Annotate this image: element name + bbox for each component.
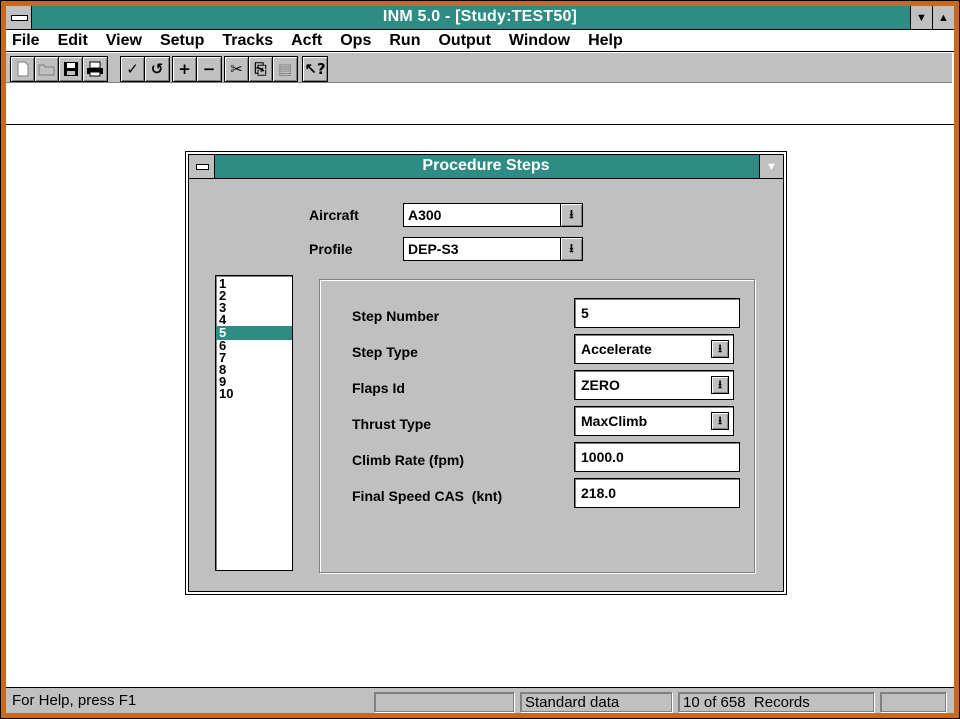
dialog-minimize-button[interactable]: ▼ — [759, 155, 783, 178]
status-extra-pane — [880, 692, 946, 712]
status-empty-pane — [374, 692, 514, 712]
context-help-icon[interactable]: ↖? — [303, 57, 327, 81]
list-item[interactable]: 1 — [216, 277, 292, 290]
list-item[interactable]: 7 — [216, 351, 292, 364]
menu-run[interactable]: Run — [389, 32, 420, 50]
thrust-type-label: Thrust Type — [352, 416, 432, 432]
flaps-id-label: Flaps Id — [352, 380, 405, 396]
paste-icon[interactable]: ▤ — [273, 57, 297, 81]
list-item[interactable]: 6 — [216, 339, 292, 352]
copy-icon[interactable]: ⎘ — [249, 57, 273, 81]
list-item[interactable]: 2 — [216, 289, 292, 302]
status-help-text: For Help, press F1 — [12, 692, 137, 709]
profile-select[interactable]: DEP-S3 ⭳ — [403, 237, 583, 261]
menu-ops[interactable]: Ops — [340, 32, 371, 50]
main-window: INM 5.0 - [Study:TEST50] ▼ ▲ File Edit V… — [0, 0, 960, 719]
step-type-value: Accelerate — [581, 341, 652, 357]
profile-label: Profile — [309, 241, 353, 257]
menu-window[interactable]: Window — [509, 32, 570, 50]
toolbar: ✓ ↺ + − ✂ ⎘ ▤ ↖? — [6, 53, 952, 83]
climb-rate-label: Climb Rate (fpm) — [352, 452, 464, 468]
menu-setup[interactable]: Setup — [160, 32, 204, 50]
menu-output[interactable]: Output — [438, 32, 490, 50]
step-number-field[interactable]: 5 — [574, 298, 740, 328]
cut-icon[interactable]: ✂ — [225, 57, 249, 81]
workspace: ✓ ↺ + − ✂ ⎘ ▤ ↖? — [6, 53, 954, 125]
add-icon[interactable]: + — [173, 57, 197, 81]
menu-tracks[interactable]: Tracks — [222, 32, 273, 50]
record-tool-group: + − — [172, 56, 222, 82]
climb-rate-value: 1000.0 — [581, 449, 624, 465]
climb-rate-field[interactable]: 1000.0 — [574, 442, 740, 472]
procedure-steps-window: Procedure Steps ▼ Aircraft A300 ⭳ Profil… — [188, 154, 784, 592]
flaps-id-value: ZERO — [581, 377, 620, 393]
edit-tool-group: ✓ ↺ — [120, 56, 170, 82]
status-bar: For Help, press F1 Standard data 10 of 6… — [6, 687, 954, 713]
aircraft-select[interactable]: A300 ⭳ — [403, 203, 583, 227]
step-number-label: Step Number — [352, 308, 440, 324]
dropdown-arrow-icon[interactable]: ⭳ — [560, 204, 582, 226]
open-icon[interactable] — [35, 57, 59, 81]
menu-file[interactable]: File — [12, 32, 40, 50]
title-bar[interactable]: INM 5.0 - [Study:TEST50] ▼ ▲ — [6, 6, 954, 30]
step-details-panel: Step Number 5 Step Type Accelerate ⭳ Fla… — [319, 279, 755, 573]
status-data-pane: Standard data — [520, 692, 672, 712]
menu-bar: File Edit View Setup Tracks Acft Ops Run… — [6, 30, 954, 52]
step-type-label: Step Type — [352, 344, 418, 360]
flaps-id-select[interactable]: ZERO ⭳ — [574, 370, 734, 400]
menu-help[interactable]: Help — [588, 32, 623, 50]
list-item-selected[interactable]: 5 — [216, 326, 292, 340]
aircraft-value: A300 — [408, 207, 442, 223]
dropdown-arrow-icon[interactable]: ⭳ — [711, 412, 729, 430]
clipboard-tool-group: ✂ ⎘ ▤ — [224, 56, 298, 82]
final-speed-field[interactable]: 218.0 — [574, 478, 740, 508]
menu-edit[interactable]: Edit — [58, 32, 88, 50]
menu-view[interactable]: View — [106, 32, 142, 50]
minimize-button[interactable]: ▼ — [910, 6, 932, 29]
thrust-type-value: MaxClimb — [581, 413, 648, 429]
remove-icon[interactable]: − — [197, 57, 221, 81]
dropdown-arrow-icon[interactable]: ⭳ — [560, 238, 582, 260]
step-type-select[interactable]: Accelerate ⭳ — [574, 334, 734, 364]
save-icon[interactable] — [59, 57, 83, 81]
print-icon[interactable] — [83, 57, 107, 81]
window-title: INM 5.0 - [Study:TEST50] — [382, 8, 578, 25]
dropdown-arrow-icon[interactable]: ⭳ — [711, 340, 729, 358]
aircraft-label: Aircraft — [309, 207, 359, 223]
step-number-value: 5 — [581, 305, 589, 321]
list-item[interactable]: 4 — [216, 313, 292, 326]
new-icon[interactable] — [11, 57, 35, 81]
list-item[interactable]: 8 — [216, 363, 292, 376]
maximize-button[interactable]: ▲ — [932, 6, 954, 29]
list-item[interactable]: 3 — [216, 301, 292, 314]
status-records-pane: 10 of 658 Records — [678, 692, 874, 712]
undo-icon[interactable]: ↺ — [145, 57, 169, 81]
check-icon[interactable]: ✓ — [121, 57, 145, 81]
final-speed-label: Final Speed CAS (knt) — [352, 488, 503, 504]
help-tool-group: ↖? — [302, 56, 328, 82]
list-item[interactable]: 10 — [216, 387, 292, 400]
file-tool-group — [10, 56, 108, 82]
step-list[interactable]: 1 2 3 4 5 6 7 8 9 10 — [215, 275, 293, 571]
final-speed-value: 218.0 — [581, 485, 617, 501]
dropdown-arrow-icon[interactable]: ⭳ — [711, 376, 729, 394]
profile-value: DEP-S3 — [408, 241, 459, 257]
menu-acft[interactable]: Acft — [291, 32, 322, 50]
dialog-title: Procedure Steps — [422, 157, 550, 174]
thrust-type-select[interactable]: MaxClimb ⭳ — [574, 406, 734, 436]
dialog-title-bar[interactable]: Procedure Steps ▼ — [189, 155, 783, 179]
